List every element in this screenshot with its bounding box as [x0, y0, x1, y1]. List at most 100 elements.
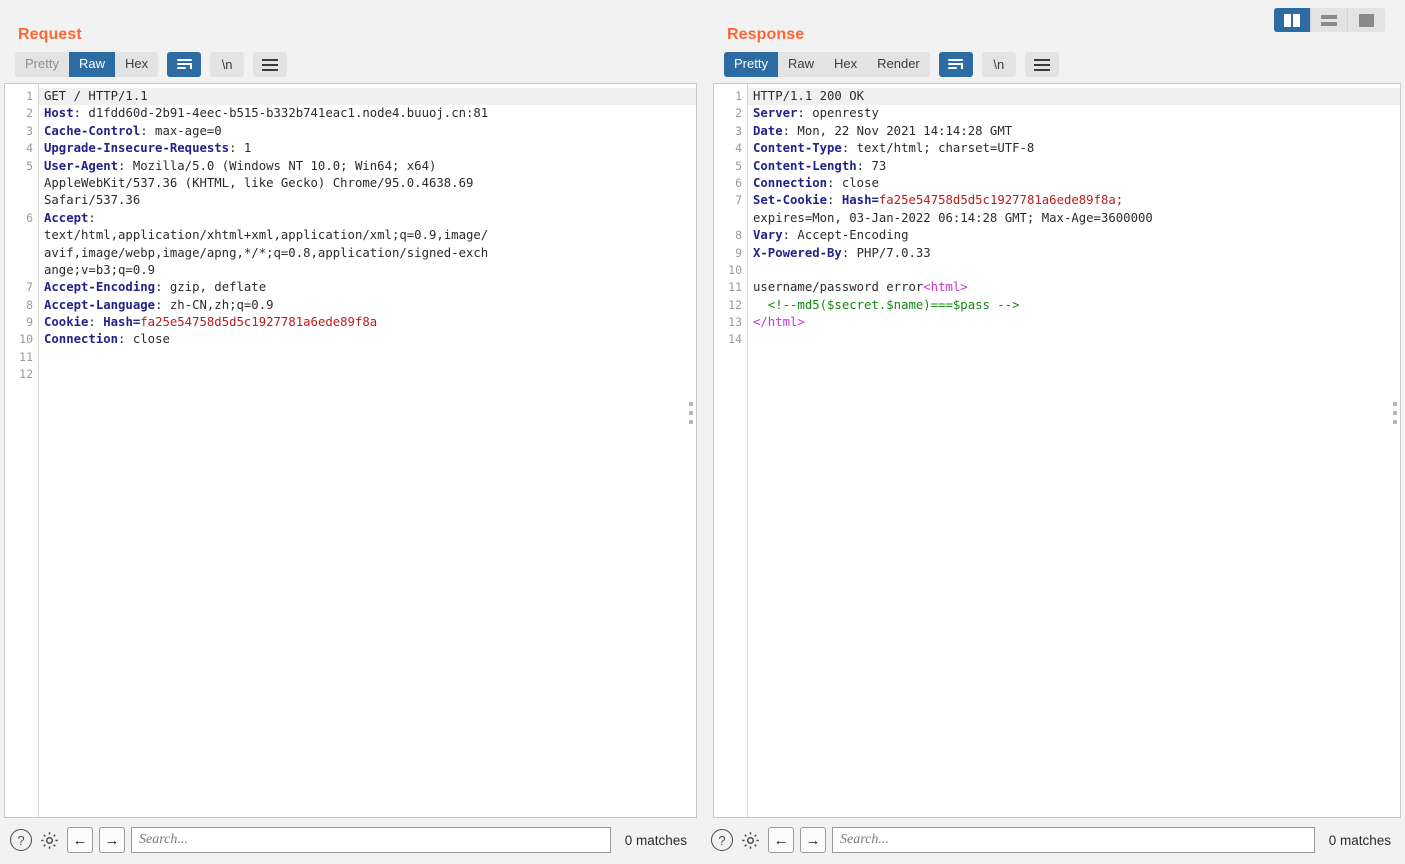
request-newline-button[interactable]: \n — [210, 52, 245, 77]
search-next-button[interactable]: → — [800, 827, 826, 853]
request-search-input[interactable]: Search... — [131, 827, 611, 853]
help-icon[interactable]: ? — [10, 829, 32, 851]
response-tab-pretty[interactable]: Pretty — [724, 52, 778, 77]
code-line: Cache-Control: max-age=0 — [44, 123, 222, 138]
gear-icon[interactable] — [739, 829, 762, 852]
code-line: Host: d1fdd60d-2b91-4eec-b515-b332b741ea… — [44, 106, 489, 121]
code-line: </html> — [753, 315, 805, 330]
menu-icon — [1033, 58, 1050, 71]
line-number: 2 — [735, 106, 742, 121]
line-number — [5, 192, 38, 209]
response-menu-button[interactable] — [1024, 52, 1059, 77]
search-prev-button[interactable]: ← — [768, 827, 794, 853]
code-line: HTTP/1.1 200 OK — [748, 88, 1400, 106]
code-line: Accept-Language: zh-CN,zh;q=0.9 — [44, 297, 274, 312]
line-number: 8 — [26, 297, 33, 312]
request-tabrow: Pretty Raw Hex \n — [0, 50, 701, 83]
response-editor[interactable]: 1 2 3 4 5 6 7 8 9 10 11 12 13 14 HTTP/1.1 200 OK Serve… — [713, 83, 1401, 818]
request-wrap-lines-button[interactable] — [167, 52, 202, 77]
response-tab-render[interactable]: Render — [867, 52, 930, 77]
line-number — [5, 262, 38, 279]
menu-icon — [262, 58, 279, 71]
pane-divider[interactable] — [701, 0, 709, 818]
line-number: 3 — [26, 123, 33, 138]
line-number: 3 — [735, 123, 742, 138]
code-line: Date: Mon, 22 Nov 2021 14:14:28 GMT — [753, 123, 1013, 138]
request-editor[interactable]: 1 2 3 4 5 6 7 8 9 10 11 12 GET / HTTP/1.1 Host: d1fd… — [4, 83, 697, 818]
gear-icon[interactable] — [38, 829, 61, 852]
line-number: 8 — [735, 228, 742, 243]
code-line: Content-Type: text/html; charset=UTF-8 — [753, 141, 1035, 156]
response-tab-raw[interactable]: Raw — [778, 52, 824, 77]
request-tab-hex[interactable]: Hex — [115, 52, 158, 77]
request-code[interactable]: GET / HTTP/1.1 Host: d1fdd60d-2b91-4eec-b… — [39, 84, 696, 817]
code-line: Accept-Encoding: gzip, deflate — [44, 280, 267, 295]
split-panes-icon — [1284, 13, 1300, 27]
line-number: 4 — [735, 141, 742, 156]
line-number: 12 — [728, 297, 742, 312]
request-tab-raw[interactable]: Raw — [68, 52, 115, 77]
code-line: Set-Cookie: Hash=fa25e54758d5d5c1927781a… — [753, 193, 1124, 208]
line-number: 1 — [735, 89, 742, 103]
response-resize-handle[interactable] — [1393, 402, 1397, 424]
line-number: 6 — [26, 210, 33, 225]
line-number — [5, 245, 38, 262]
code-line: avif,image/webp,image/apng,*/*;q=0.8,app… — [44, 245, 489, 260]
line-number: 10 — [19, 332, 33, 347]
line-number: 9 — [26, 315, 33, 330]
response-view-tabs: Pretty Raw Hex Render — [724, 52, 930, 77]
search-prev-button[interactable]: ← — [67, 827, 93, 853]
line-number: 9 — [735, 245, 742, 260]
code-line: Vary: Accept-Encoding — [753, 228, 909, 243]
response-wrap-lines-button[interactable] — [938, 52, 973, 77]
line-number: 13 — [728, 315, 742, 330]
response-code[interactable]: HTTP/1.1 200 OK Server: openresty Date: Mo… — [748, 84, 1400, 817]
layout-single-button[interactable] — [1348, 8, 1385, 32]
panes-container: Request Pretty Raw Hex \n 1 2 3 4 5 6 7 8 9 10 11 1… — [0, 0, 1405, 818]
request-search-bar: ? ← → Search... 0 matches — [0, 818, 701, 864]
request-tab-pretty[interactable]: Pretty — [15, 52, 69, 77]
response-search-input[interactable]: Search... — [832, 827, 1315, 853]
request-view-tabs: Pretty Raw Hex — [15, 52, 159, 77]
line-number: 2 — [26, 106, 33, 121]
line-number: 4 — [26, 141, 33, 156]
layout-side-by-side-button[interactable] — [1274, 8, 1311, 32]
request-match-count: 0 matches — [624, 832, 687, 848]
code-line: AppleWebKit/537.36 (KHTML, like Gecko) C… — [44, 175, 474, 190]
code-line: User-Agent: Mozilla/5.0 (Windows NT 10.0… — [44, 158, 437, 173]
code-line: Upgrade-Insecure-Requests: 1 — [44, 141, 252, 156]
code-line: ange;v=b3;q=0.9 — [44, 262, 156, 277]
response-tabrow: Pretty Raw Hex Render \n — [709, 50, 1405, 83]
line-number: 5 — [735, 158, 742, 173]
line-number: 12 — [19, 367, 33, 382]
code-line: X-Powered-By: PHP/7.0.33 — [753, 245, 931, 260]
code-line: <!--md5($secret.$name)===$pass --> — [753, 297, 1020, 312]
line-number: 10 — [728, 262, 742, 277]
help-icon[interactable]: ? — [711, 829, 733, 851]
response-newline-button[interactable]: \n — [981, 52, 1016, 77]
line-number — [5, 227, 38, 244]
wrap-lines-icon — [948, 59, 964, 70]
single-pane-icon — [1359, 13, 1374, 27]
footer-bars: ? ← → Search... 0 matches ? ← → Search..… — [0, 818, 1405, 864]
request-menu-button[interactable] — [253, 52, 288, 77]
request-pane: Request Pretty Raw Hex \n 1 2 3 4 5 6 7 8 9 10 11 1… — [0, 0, 701, 818]
search-next-button[interactable]: → — [99, 827, 125, 853]
line-number: 11 — [728, 280, 742, 295]
line-number: 14 — [728, 332, 742, 347]
code-line: GET / HTTP/1.1 — [39, 88, 696, 106]
response-match-count: 0 matches — [1328, 832, 1391, 848]
code-line: expires=Mon, 03-Jan-2022 06:14:28 GMT; M… — [753, 210, 1153, 225]
line-number — [5, 175, 38, 192]
request-resize-handle[interactable] — [689, 402, 693, 424]
request-title: Request — [18, 26, 82, 43]
line-number: 5 — [26, 158, 33, 173]
response-line-numbers: 1 2 3 4 5 6 7 8 9 10 11 12 13 14 — [714, 84, 748, 817]
line-number: 11 — [19, 349, 33, 364]
response-tab-hex[interactable]: Hex — [824, 52, 867, 77]
layout-stacked-button[interactable] — [1311, 8, 1348, 32]
